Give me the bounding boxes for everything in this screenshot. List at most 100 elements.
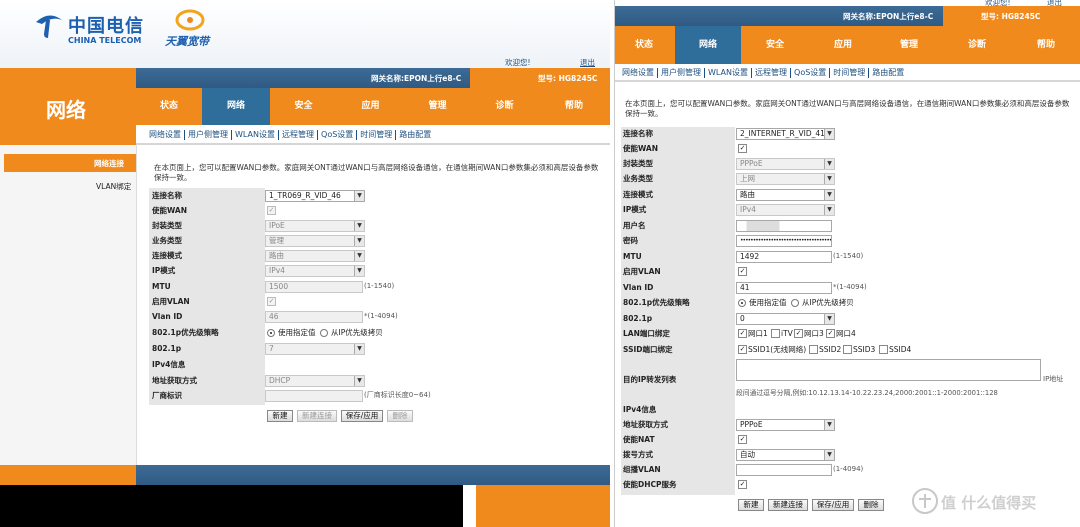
nav-tab-application[interactable]: 应用 (337, 88, 404, 125)
chevron-down-icon: ▼ (354, 191, 364, 201)
subnav-user-side[interactable]: 用户侧管理 (658, 68, 705, 78)
encapsulation-select[interactable]: PPPoE ▼ (736, 158, 835, 170)
ip-mode-select[interactable]: IPv4 ▼ (736, 204, 835, 216)
address-mode-select[interactable]: DHCP ▼ (265, 375, 365, 387)
ssid2-checkbox[interactable] (809, 345, 818, 354)
connection-name-select[interactable]: 1_TR069_R_VID_46 ▼ (265, 190, 365, 202)
field-label: Vlan ID (152, 312, 183, 321)
password-input[interactable]: ••••••••••••••••••••••••••••••••••••••••… (736, 235, 832, 247)
ip-mode-select[interactable]: IPv4 ▼ (265, 265, 365, 277)
ssid4-checkbox[interactable] (879, 345, 888, 354)
dest-ip-textarea[interactable] (736, 359, 1041, 381)
ssid1-checkbox[interactable]: ✓ (738, 345, 747, 354)
subnav-remote[interactable]: 远程管理 (752, 68, 792, 78)
address-mode-select[interactable]: PPPoE ▼ (736, 419, 835, 431)
chevron-down-icon: ▼ (354, 266, 364, 276)
select-value: 自动 (740, 450, 755, 459)
connection-mode-select[interactable]: 路由 ▼ (265, 250, 365, 262)
subnav-qos[interactable]: QoS设置 (791, 68, 831, 78)
nav-tab-status[interactable]: 状态 (615, 26, 673, 64)
enable-wan-checkbox[interactable]: ✓ (738, 144, 747, 153)
save-apply-button[interactable]: 保存/应用 (341, 410, 383, 422)
subnav-time[interactable]: 时间管理 (830, 68, 870, 78)
lan-itv-checkbox[interactable] (771, 329, 780, 338)
delete-button[interactable]: 删除 (858, 499, 884, 511)
vendor-id-input[interactable] (265, 390, 363, 402)
priority-copy-radio[interactable] (320, 329, 328, 337)
subnav-wlan[interactable]: WLAN设置 (232, 130, 280, 140)
radio-label: 使用指定值 (749, 298, 787, 307)
nav-tab-diagnosis[interactable]: 诊断 (471, 88, 538, 125)
dot1p-select[interactable]: 7 ▼ (265, 343, 365, 355)
service-type-select[interactable]: 管理 ▼ (265, 235, 365, 247)
ssid3-checkbox[interactable] (843, 345, 852, 354)
nav-tab-security[interactable]: 安全 (270, 88, 337, 125)
new-button[interactable]: 新建 (267, 410, 293, 422)
content-area: 在本页面上，您可以配置WAN口参数。家庭网关ONT通过WAN口与高层网络设备通信… (136, 145, 610, 465)
nav-tab-application[interactable]: 应用 (811, 26, 875, 64)
subnav-route[interactable]: 路由配置 (396, 130, 434, 140)
field-label: 封装类型 (623, 159, 653, 168)
priority-specified-radio[interactable] (267, 329, 275, 337)
field-label: SSID端口绑定 (623, 345, 673, 354)
watermark-logo-icon (912, 488, 938, 514)
enable-nat-checkbox[interactable]: ✓ (738, 435, 747, 444)
subnav-user-side[interactable]: 用户侧管理 (185, 130, 232, 140)
nav-tab-management[interactable]: 管理 (877, 26, 941, 64)
subnav-remote[interactable]: 远程管理 (279, 130, 319, 140)
lan-port1-checkbox[interactable]: ✓ (738, 329, 747, 338)
enable-vlan-checkbox[interactable]: ✓ (738, 267, 747, 276)
vlan-id-input[interactable]: 41 (736, 282, 832, 294)
nav-tab-help[interactable]: 帮助 (538, 88, 610, 125)
mtu-input[interactable]: 1500 (265, 281, 363, 293)
lan-port3-checkbox[interactable]: ✓ (794, 329, 803, 338)
new-connection-button[interactable]: 新建连接 (768, 499, 808, 511)
subnav-network-settings[interactable]: 网络设置 (619, 68, 658, 78)
mtu-input[interactable]: 1492 (736, 251, 832, 263)
dot1p-select[interactable]: 0 ▼ (736, 313, 835, 325)
enable-vlan-checkbox[interactable]: ✓ (267, 297, 276, 306)
nav-tab-network[interactable]: 网络 (675, 26, 741, 64)
chevron-down-icon: ▼ (824, 450, 834, 460)
subnav-wlan[interactable]: WLAN设置 (705, 68, 753, 78)
enable-wan-checkbox[interactable]: ✓ (267, 206, 276, 215)
lan-port4-checkbox[interactable]: ✓ (826, 329, 835, 338)
enable-dhcp-checkbox[interactable]: ✓ (738, 480, 747, 489)
dial-mode-select[interactable]: 自动 ▼ (736, 449, 835, 461)
logout-link[interactable]: 退出 (580, 57, 595, 68)
delete-button[interactable]: 删除 (387, 410, 413, 422)
sidebar (0, 145, 136, 465)
subnav-time[interactable]: 时间管理 (357, 130, 397, 140)
nav-tab-help[interactable]: 帮助 (1011, 26, 1080, 64)
new-connection-button[interactable]: 新建连接 (297, 410, 337, 422)
new-button[interactable]: 新建 (738, 499, 764, 511)
nav-tab-status[interactable]: 状态 (136, 88, 202, 125)
priority-specified-radio[interactable] (738, 299, 746, 307)
field-label: Vlan ID (623, 283, 654, 292)
select-value: PPPoE (740, 159, 763, 168)
encapsulation-select[interactable]: IPoE ▼ (265, 220, 365, 232)
nav-tab-security[interactable]: 安全 (743, 26, 807, 64)
subnav-network-settings[interactable]: 网络设置 (146, 130, 185, 140)
select-value: 0 (740, 314, 745, 323)
brand-cn: 中国电信 (68, 16, 144, 37)
multicast-vlan-input[interactable] (736, 464, 832, 476)
save-apply-button[interactable]: 保存/应用 (812, 499, 854, 511)
username-input[interactable] (736, 220, 832, 232)
nav-tab-diagnosis[interactable]: 诊断 (945, 26, 1009, 64)
nav-tab-network[interactable]: 网络 (202, 88, 270, 125)
service-type-select[interactable]: 上网 ▼ (736, 173, 835, 185)
sidebar-item-network-connection[interactable]: 网络连接 (4, 154, 136, 172)
connection-mode-select[interactable]: 路由 ▼ (736, 189, 835, 201)
chevron-down-icon: ▼ (354, 221, 364, 231)
priority-copy-radio[interactable] (791, 299, 799, 307)
chevron-down-icon: ▼ (824, 190, 834, 200)
vlan-id-input[interactable]: 46 (265, 311, 363, 323)
subnav-qos[interactable]: QoS设置 (318, 130, 358, 140)
nav-tab-management[interactable]: 管理 (404, 88, 471, 125)
main-nav: 状态 网络 安全 应用 管理 诊断 帮助 (136, 88, 610, 125)
ipv4-section-label: IPv4信息 (152, 360, 186, 369)
connection-name-select[interactable]: 2_INTERNET_R_VID_41 ▼ (736, 128, 835, 140)
sidebar-item-vlan-binding[interactable]: VLAN绑定 (96, 181, 131, 192)
subnav-route[interactable]: 路由配置 (869, 68, 907, 78)
